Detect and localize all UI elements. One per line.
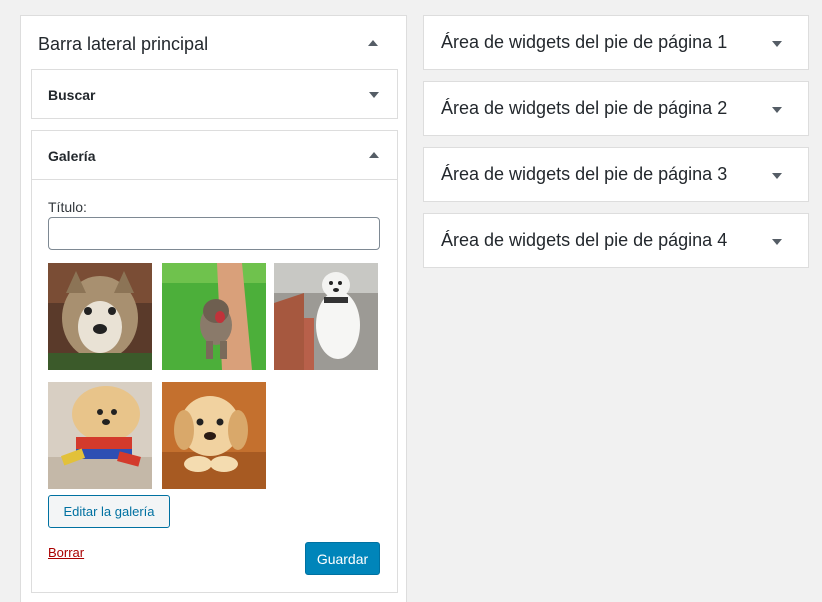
gallery-title-label: Título:: [48, 199, 87, 215]
footer-area-2[interactable]: Área de widgets del pie de página 2: [423, 81, 809, 136]
widget-divider: [32, 179, 397, 180]
footer-area-1[interactable]: Área de widgets del pie de página 1: [423, 15, 809, 70]
chevron-down-icon[interactable]: [772, 41, 782, 47]
footer-area-1-label: Área de widgets del pie de página 1: [441, 32, 728, 52]
chevron-down-icon[interactable]: [772, 173, 782, 179]
footer-area-4[interactable]: Área de widgets del pie de página 4: [423, 213, 809, 268]
gallery-image-samoyed[interactable]: [274, 263, 378, 370]
gallery-image-golden-puppy[interactable]: [162, 382, 266, 489]
chevron-down-icon[interactable]: [772, 239, 782, 245]
widget-search[interactable]: Buscar: [31, 69, 398, 119]
gallery-image-puppy-grass[interactable]: [162, 263, 266, 370]
footer-area-4-label: Área de widgets del pie de página 4: [441, 230, 728, 250]
footer-area-3[interactable]: Área de widgets del pie de página 3: [423, 147, 809, 202]
save-button[interactable]: Guardar: [305, 542, 380, 575]
chevron-down-icon[interactable]: [369, 92, 379, 98]
gallery-title-input[interactable]: [48, 217, 380, 250]
delete-link[interactable]: Borrar: [48, 545, 84, 560]
widget-search-title: Buscar: [48, 87, 96, 103]
chevron-down-icon[interactable]: [772, 107, 782, 113]
widget-gallery-title: Galería: [48, 148, 96, 164]
collapse-sidebar-icon[interactable]: [368, 40, 378, 46]
footer-area-3-label: Área de widgets del pie de página 3: [441, 164, 728, 184]
footer-area-2-label: Área de widgets del pie de página 2: [441, 98, 728, 118]
sidebar-title: Barra lateral principal: [38, 34, 209, 54]
edit-gallery-button[interactable]: Editar la galería: [48, 495, 170, 528]
gallery-image-husky[interactable]: [48, 263, 152, 370]
chevron-up-icon[interactable]: [369, 152, 379, 158]
gallery-image-pomeranian[interactable]: [48, 382, 152, 489]
